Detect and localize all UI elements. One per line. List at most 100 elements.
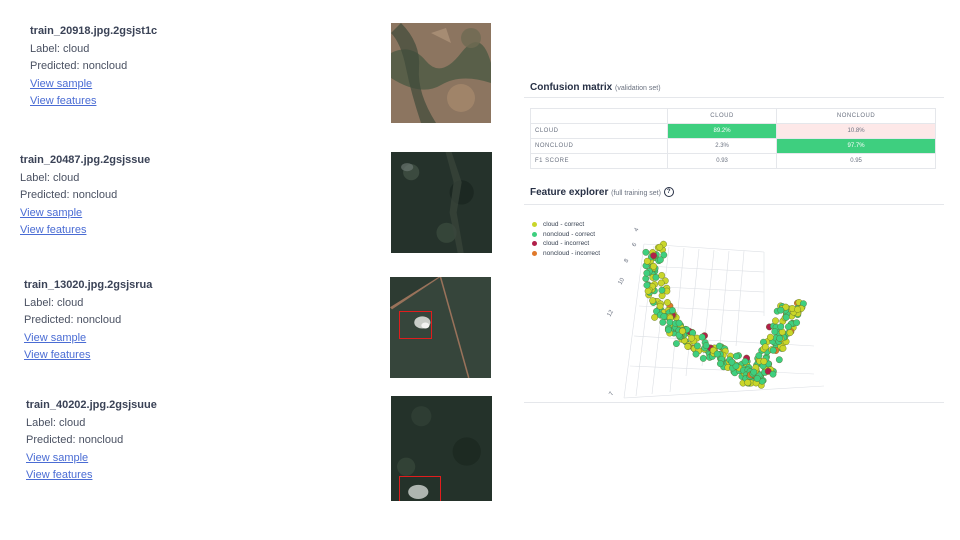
scatter-point <box>642 275 650 283</box>
scatter-point <box>668 307 676 314</box>
divider <box>524 97 944 98</box>
scatter-point <box>772 317 779 325</box>
scatter-point <box>716 360 724 368</box>
plot-legend: cloud - correct noncloud - correct cloud… <box>532 220 600 258</box>
scatter-point <box>664 326 672 334</box>
detection-box <box>399 311 432 339</box>
scatter-point <box>771 328 779 336</box>
question-circle-icon[interactable]: ? <box>663 187 674 198</box>
view-features-link[interactable]: View features <box>24 347 152 365</box>
view-sample-link[interactable]: View sample <box>20 205 150 223</box>
scatter-point <box>650 262 658 270</box>
legend-label: noncloud - correct <box>543 230 596 238</box>
scatter-point <box>658 286 666 294</box>
scatter-point <box>750 368 758 376</box>
sample-item: train_20487.jpg.2gsjssue Label: cloud Pr… <box>20 152 150 240</box>
scatter-point <box>649 297 657 305</box>
table-row: CLOUD NONCLOUD <box>530 108 936 124</box>
table-row: NONCLOUD 2.3% 97.7% <box>530 138 936 154</box>
table-cell: 10.8% <box>776 123 936 139</box>
scatter-point <box>650 252 658 260</box>
scatter-point <box>660 313 668 320</box>
feature-explorer-title: Feature explorer (full training set) ? <box>530 187 950 198</box>
row-header: F1 SCORE <box>530 153 668 169</box>
scatter-point <box>744 379 752 387</box>
legend-item[interactable]: noncloud - incorrect <box>532 249 600 259</box>
scatter-point <box>713 350 721 358</box>
row-header: CLOUD <box>530 123 668 139</box>
scatter-point <box>775 356 783 364</box>
legend-item[interactable]: cloud - incorrect <box>532 239 600 249</box>
view-features-link[interactable]: View features <box>20 222 150 240</box>
sample-image <box>390 277 491 378</box>
scatter-point <box>728 358 736 366</box>
scatter-point <box>769 346 777 354</box>
view-features-link[interactable]: View features <box>26 467 157 485</box>
sample-item: train_40202.jpg.2gsjsuue Label: cloud Pr… <box>26 397 157 485</box>
scatter-point <box>688 334 696 342</box>
feature-explorer-heading: Feature explorer <box>530 187 609 198</box>
scatter-point <box>642 248 650 256</box>
sample-name: train_13020.jpg.2gsjsrua <box>24 279 153 291</box>
legend-marker <box>532 231 537 237</box>
view-features-link[interactable]: View features <box>30 93 157 111</box>
scatter-point <box>782 313 790 321</box>
sample-name: train_20918.jpg.2gsjst1c <box>30 25 158 37</box>
scatter-point <box>786 329 794 337</box>
axis-tick-label: 10 <box>618 277 627 286</box>
confusion-matrix-title: Confusion matrix (validation set) <box>530 82 950 93</box>
scatter-point <box>693 342 701 350</box>
sample-label: Label: cloud <box>20 171 80 184</box>
table-cell: 0.95 <box>776 153 936 169</box>
table-row: CLOUD 89.2% 10.8% <box>530 123 936 139</box>
legend-item[interactable]: cloud - correct <box>532 220 600 230</box>
table-row: F1 SCORE 0.93 0.95 <box>530 153 936 169</box>
sample-predicted: Predicted: noncloud <box>30 60 128 72</box>
view-sample-link[interactable]: View sample <box>26 450 157 468</box>
scatter-point <box>741 358 749 365</box>
sample-image <box>391 23 491 123</box>
sample-label: Label: cloud <box>30 42 90 55</box>
scatter-point <box>761 343 769 351</box>
scatter-point <box>777 306 785 314</box>
scatter-point <box>766 333 774 341</box>
scatter-point <box>643 281 651 289</box>
legend-label: cloud - correct <box>543 221 585 228</box>
axis-tick-label: 8 <box>624 258 631 264</box>
scatter-point <box>699 354 707 362</box>
scatter-point <box>684 343 692 350</box>
scatter-point <box>776 334 784 342</box>
scatter-point <box>657 279 665 287</box>
scatter-point <box>692 350 700 358</box>
legend-label: noncloud - incorrect <box>543 249 601 257</box>
legend-marker <box>532 222 537 228</box>
legend-marker <box>532 250 537 256</box>
scatter-point <box>702 342 710 350</box>
axis-tick-label: 12 <box>607 309 616 318</box>
scatter-point <box>794 306 801 313</box>
view-sample-link[interactable]: View sample <box>24 330 152 348</box>
sample-name: train_20487.jpg.2gsjssue <box>20 154 151 166</box>
divider <box>524 204 944 205</box>
scatter-point <box>652 274 660 281</box>
scatter-point <box>656 302 664 310</box>
scatter-point <box>659 318 667 326</box>
scatter-point <box>732 352 740 360</box>
legend-label: cloud - incorrect <box>543 240 590 247</box>
scatter-point <box>643 257 651 265</box>
view-sample-link[interactable]: View sample <box>30 76 157 94</box>
scatter-point <box>675 319 683 327</box>
table-cell: 2.3% <box>666 138 778 154</box>
scatter-point <box>777 323 785 331</box>
scatter-point <box>656 256 664 264</box>
sample-image <box>391 152 492 253</box>
legend-item[interactable]: noncloud - correct <box>532 230 600 240</box>
row-header: NONCLOUD <box>530 138 668 154</box>
sample-predicted: Predicted: noncloud <box>26 434 124 446</box>
confusion-matrix-subtitle: (validation set) <box>615 85 661 92</box>
column-header: NONCLOUD <box>776 108 936 124</box>
column-header: CLOUD <box>666 108 778 124</box>
feature-explorer-subtitle: (full training set) <box>611 190 661 197</box>
sample-item: train_20918.jpg.2gsjst1c Label: cloud Pr… <box>30 23 157 111</box>
table-corner-cell <box>530 108 668 124</box>
